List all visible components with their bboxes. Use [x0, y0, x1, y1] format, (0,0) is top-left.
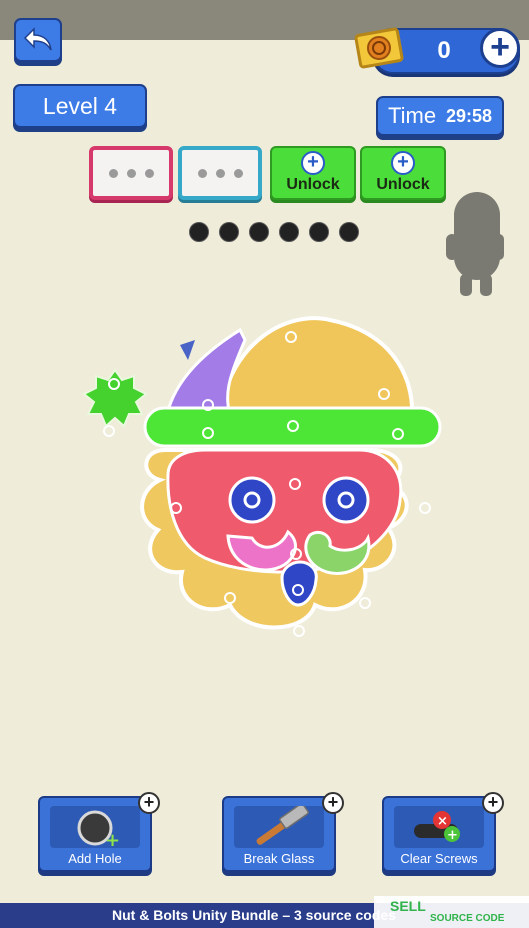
unlock-label: Unlock [376, 176, 430, 193]
back-button[interactable] [14, 18, 62, 62]
screw-slot-cyan [178, 146, 262, 200]
puzzle-board[interactable] [70, 300, 470, 660]
hammer-icon [256, 803, 309, 845]
progress-dot [189, 222, 209, 242]
plus-icon[interactable]: + [138, 792, 160, 814]
puzzle-piece-hat-dome [217, 316, 415, 423]
add-hole-label: Add Hole [68, 851, 122, 866]
slot-hole [126, 168, 136, 178]
time-label: Time [388, 103, 437, 128]
puzzle-piece-hat-brim [143, 406, 442, 448]
tool-icon-area: + [50, 806, 140, 851]
screw-progress [189, 222, 359, 242]
character-silhouette [446, 192, 504, 296]
level-indicator: Level 4 [13, 84, 147, 128]
break-glass-button[interactable]: Break Glass + [222, 792, 344, 872]
screw-slot-pink [89, 146, 173, 200]
clear-screws-label: Clear Screws [400, 851, 478, 866]
break-glass-label: Break Glass [243, 851, 315, 866]
slot-hole [233, 168, 243, 178]
progress-dot [249, 222, 269, 242]
plus-icon: + [391, 151, 415, 175]
timer: Time 29:58 [376, 96, 504, 136]
plus-icon: + [301, 151, 325, 175]
eye-right [322, 476, 370, 524]
back-arrow-icon [23, 27, 52, 51]
promo-banner-text: Nut & Bolts Unity Bundle – 3 source code… [112, 907, 396, 923]
slot-hole [108, 168, 118, 178]
tool-icon-area: × + [394, 806, 484, 848]
coin-count: 0 [437, 37, 451, 64]
slot-hole [197, 168, 207, 178]
plus-icon[interactable]: + [322, 792, 344, 814]
watermark-text: SELL [390, 898, 426, 914]
svg-text:×: × [437, 814, 448, 829]
add-coins-button[interactable]: + [480, 28, 520, 68]
tool-icon-area [234, 803, 324, 848]
hole-icon: + [77, 810, 120, 851]
progress-dot [279, 222, 299, 242]
unlock-slot-button-1[interactable]: + Unlock [270, 146, 356, 200]
progress-dot [309, 222, 329, 242]
screws-icon: × + [414, 811, 460, 843]
unlock-slot-button-2[interactable]: + Unlock [360, 146, 446, 200]
slot-hole [215, 168, 225, 178]
slot-hole [144, 168, 154, 178]
coin-ticket-icon [354, 27, 404, 69]
progress-dot [339, 222, 359, 242]
watermark: SELL SOURCE CODE [374, 896, 529, 928]
svg-text:+: + [447, 828, 458, 843]
progress-dot [219, 222, 239, 242]
plus-icon[interactable]: + [482, 792, 504, 814]
eye-left [228, 476, 276, 524]
clear-screws-button[interactable]: × + Clear Screws + [382, 792, 504, 872]
watermark-subtext: SOURCE CODE [430, 913, 505, 924]
time-value: 29:58 [445, 105, 492, 126]
add-hole-button[interactable]: + Add Hole + [38, 792, 160, 872]
unlock-label: Unlock [286, 176, 340, 193]
svg-text:+: + [105, 830, 120, 848]
